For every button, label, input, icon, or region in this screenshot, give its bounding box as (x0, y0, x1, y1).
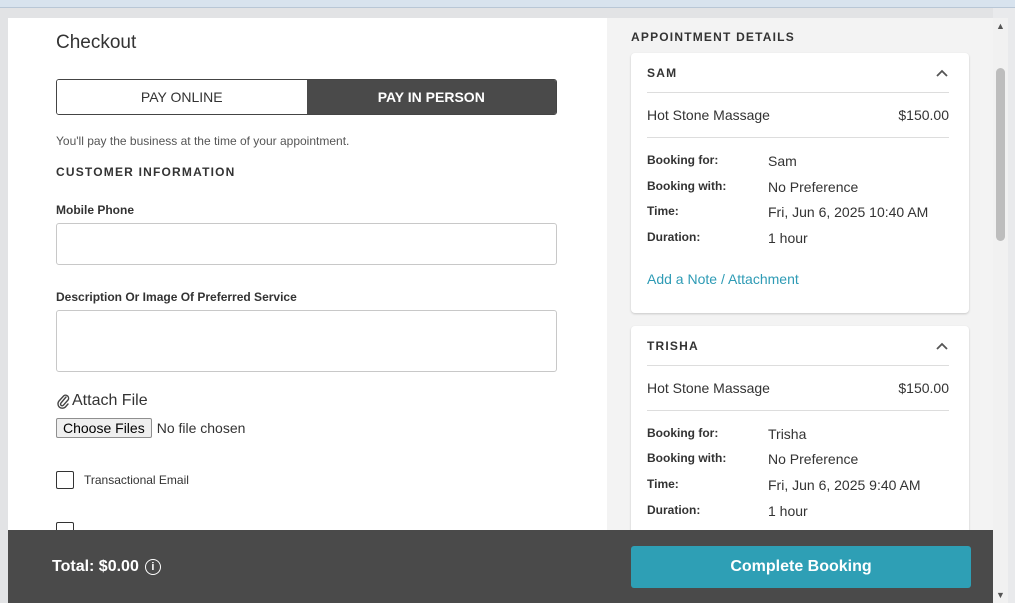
total-display: Total: $0.00 i (52, 558, 161, 576)
card-header[interactable]: TRISHA (647, 326, 949, 366)
page-shell: Checkout PAY ONLINE PAY IN PERSON You'll… (0, 8, 993, 603)
booking-with-row: Booking with: No Preference (647, 451, 858, 467)
booking-for-value: Trisha (768, 426, 807, 442)
booking-for-row: Booking for: Trisha (647, 426, 806, 442)
booking-with-value: No Preference (768, 451, 859, 467)
time-row: Time: Fri, Jun 6, 2025 10:40 AM (647, 204, 928, 220)
complete-booking-button[interactable]: Complete Booking (631, 546, 971, 588)
pay-in-person-button[interactable]: PAY IN PERSON (306, 80, 556, 114)
duration-label: Duration: (647, 230, 701, 244)
total-text: Total: $0.00 (52, 558, 139, 575)
scroll-thumb[interactable] (996, 68, 1005, 241)
duration-value: 1 hour (768, 230, 808, 246)
description-label: Description Or Image Of Preferred Servic… (56, 290, 297, 304)
chevron-up-icon[interactable] (935, 341, 949, 351)
booking-for-value: Sam (768, 153, 797, 169)
time-value: Fri, Jun 6, 2025 9:40 AM (768, 477, 921, 493)
appointment-card-trisha: TRISHA Hot Stone Massage $150.00 Booking… (631, 326, 969, 538)
booking-for-label: Booking for: (647, 426, 719, 440)
time-row: Time: Fri, Jun 6, 2025 9:40 AM (647, 477, 921, 493)
duration-label: Duration: (647, 503, 701, 517)
service-row: Hot Stone Massage $150.00 (647, 366, 949, 411)
booking-with-label: Booking with: (647, 179, 727, 193)
description-textarea[interactable] (56, 310, 557, 372)
scroll-down-arrow-icon[interactable]: ▼ (993, 589, 1008, 601)
mobile-phone-label: Mobile Phone (56, 203, 134, 217)
time-value: Fri, Jun 6, 2025 10:40 AM (768, 204, 929, 220)
transactional-email-checkbox[interactable] (56, 471, 74, 489)
choose-files-button[interactable]: Choose Files (56, 418, 152, 438)
service-name: Hot Stone Massage (647, 107, 770, 123)
scroll-up-arrow-icon[interactable]: ▲ (993, 20, 1008, 32)
duration-value: 1 hour (768, 503, 808, 519)
attach-file-text: Attach File (72, 392, 148, 409)
booking-with-value: No Preference (768, 179, 859, 195)
appointment-card-sam: SAM Hot Stone Massage $150.00 Booking fo… (631, 53, 969, 313)
file-picker: Choose Files No file chosen (56, 418, 245, 438)
service-name: Hot Stone Massage (647, 380, 770, 396)
customer-info-heading: CUSTOMER INFORMATION (56, 165, 236, 179)
time-label: Time: (647, 204, 679, 218)
browser-top-strip (0, 0, 1015, 8)
time-label: Time: (647, 477, 679, 491)
service-price: $150.00 (898, 107, 949, 123)
payment-note: You'll pay the business at the time of y… (56, 134, 350, 148)
card-guest-name: SAM (647, 65, 678, 80)
paperclip-icon (57, 394, 70, 409)
service-row: Hot Stone Massage $150.00 (647, 93, 949, 138)
mobile-phone-input[interactable] (56, 223, 557, 265)
no-file-text: No file chosen (156, 420, 246, 436)
page-scrollbar[interactable]: ▲ ▼ (993, 18, 1008, 603)
transactional-email-label: Transactional Email (84, 473, 189, 487)
checkout-panel: Checkout PAY ONLINE PAY IN PERSON You'll… (8, 18, 607, 538)
duration-row: Duration: 1 hour (647, 230, 808, 246)
duration-row: Duration: 1 hour (647, 503, 808, 519)
card-header[interactable]: SAM (647, 53, 949, 93)
booking-for-row: Booking for: Sam (647, 153, 797, 169)
booking-with-label: Booking with: (647, 451, 727, 465)
checkout-footer: Total: $0.00 i Complete Booking (8, 530, 993, 603)
appointment-details-panel: APPOINTMENT DETAILS SAM Hot Stone Massag… (607, 18, 993, 538)
add-note-link[interactable]: Add a Note / Attachment (647, 271, 799, 287)
attach-file-label: Attach File (56, 392, 148, 410)
info-icon[interactable]: i (144, 559, 161, 575)
page-title: Checkout (56, 32, 137, 53)
service-price: $150.00 (898, 380, 949, 396)
appointment-details-heading: APPOINTMENT DETAILS (631, 30, 795, 44)
pay-online-button[interactable]: PAY ONLINE (57, 80, 307, 114)
card-guest-name: TRISHA (647, 338, 699, 353)
booking-with-row: Booking with: No Preference (647, 179, 858, 195)
chevron-up-icon[interactable] (935, 68, 949, 78)
booking-for-label: Booking for: (647, 153, 719, 167)
transactional-email-row: Transactional Email (56, 471, 189, 489)
payment-method-toggle: PAY ONLINE PAY IN PERSON (56, 79, 557, 115)
